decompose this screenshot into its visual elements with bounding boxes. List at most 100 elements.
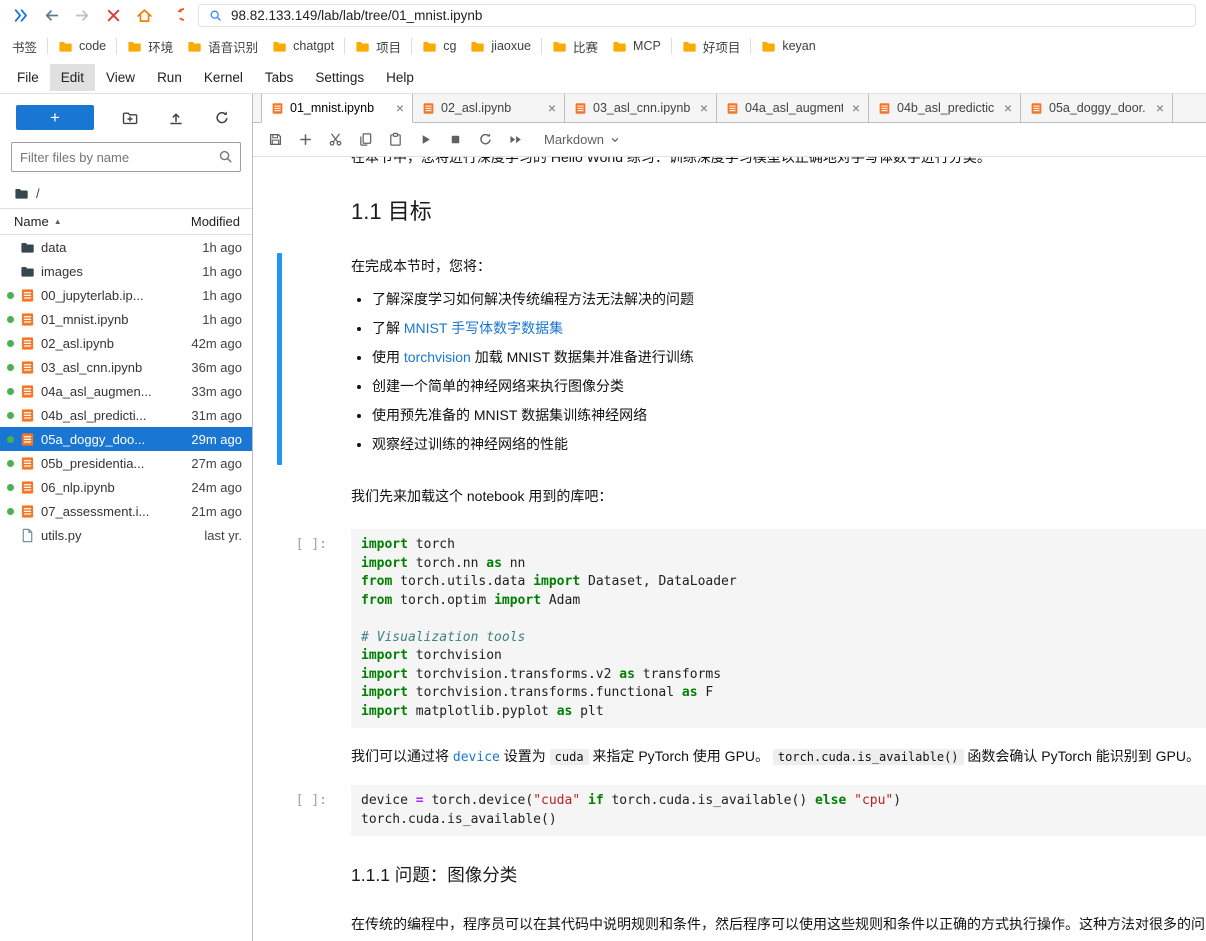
file-row[interactable]: 01_mnist.ipynb1h ago	[0, 307, 252, 331]
tab-close-button[interactable]: ×	[393, 101, 407, 115]
bookmark-label: 比赛	[573, 37, 598, 56]
bookmark-item[interactable]: code	[51, 36, 113, 57]
code-editor[interactable]: device = torch.device("cuda" if torch.cu…	[351, 785, 1206, 836]
text-run: 观察经过训练的神经网络的性能	[372, 436, 568, 452]
code-line: torch.cuda.is_available()	[361, 811, 1196, 830]
refresh-button[interactable]	[214, 110, 230, 126]
tab-03_asl_cnnipynb[interactable]: 03_asl_cnn.ipynb×	[565, 94, 717, 122]
bookmark-item[interactable]: 好项目	[675, 34, 748, 59]
run-button[interactable]	[412, 127, 439, 153]
tab-04a_asl_augment[interactable]: 04a_asl_augment ×	[717, 94, 869, 122]
file-row[interactable]: 06_nlp.ipynb24m ago	[0, 475, 252, 499]
address-bar[interactable]: 98.82.133.149/lab/lab/tree/01_mnist.ipyn…	[198, 4, 1196, 27]
file-row[interactable]: 05b_presidentia...27m ago	[0, 451, 252, 475]
menu-tabs[interactable]: Tabs	[254, 64, 305, 91]
bookmark-divider	[411, 38, 412, 54]
bookmark-item[interactable]: keyan	[754, 36, 822, 57]
notebook-document[interactable]: 在本节中，您将进行深度学习的 Hello World 练习：训练深度学习模型以正…	[253, 157, 1206, 941]
tab-close-button[interactable]: ×	[849, 101, 863, 115]
tab-close-button[interactable]: ×	[697, 101, 711, 115]
file-row[interactable]: images1h ago	[0, 259, 252, 283]
home-icon[interactable]	[136, 7, 153, 24]
add-icon	[298, 132, 313, 147]
column-header-name[interactable]: Name ▲	[14, 214, 62, 229]
markdown-link[interactable]: torchvision	[404, 349, 471, 365]
tab-01_mnistipynb[interactable]: 01_mnist.ipynb×	[261, 94, 413, 123]
undo-icon[interactable]	[167, 7, 184, 24]
tab-02_aslipynb[interactable]: 02_asl.ipynb×	[413, 94, 565, 122]
file-row[interactable]: 04b_asl_predicti...31m ago	[0, 403, 252, 427]
upload-button[interactable]	[168, 110, 184, 126]
bookmark-label: jiaoxue	[491, 39, 531, 53]
file-name: 06_nlp.ipynb	[41, 480, 185, 495]
file-row[interactable]: 00_jupyterlab.ip...1h ago	[0, 283, 252, 307]
file-row[interactable]: 03_asl_cnn.ipynb36m ago	[0, 355, 252, 379]
file-row[interactable]: 07_assessment.i...21m ago	[0, 499, 252, 523]
file-modified: 27m ago	[191, 456, 242, 471]
menu-run[interactable]: Run	[146, 64, 193, 91]
text-run: 了解	[372, 320, 404, 336]
menu-help[interactable]: Help	[375, 64, 425, 91]
open-indicator-dot	[7, 484, 14, 491]
breadcrumb[interactable]: /	[0, 176, 252, 208]
bookmark-item[interactable]: 环境	[120, 34, 180, 59]
menu-edit[interactable]: Edit	[50, 64, 95, 91]
markdown-link[interactable]: MNIST 手写体数字数据集	[404, 320, 563, 336]
tab-close-button[interactable]: ×	[545, 101, 559, 115]
tab-05a_doggy_door[interactable]: 05a_doggy_door.×	[1021, 94, 1173, 122]
add-button[interactable]	[292, 127, 319, 153]
file-row[interactable]: 04a_asl_augmen...33m ago	[0, 379, 252, 403]
back-icon[interactable]	[43, 7, 60, 24]
forward-icon[interactable]	[74, 7, 91, 24]
notebook-icon	[726, 102, 739, 115]
double-chevron-icon[interactable]	[12, 7, 29, 24]
stop-button[interactable]	[442, 127, 469, 153]
new-folder-button[interactable]	[122, 110, 138, 126]
file-row[interactable]: 05a_doggy_doo...29m ago	[0, 427, 252, 451]
paste-button[interactable]	[382, 127, 409, 153]
tab-04b_asl_predictic[interactable]: 04b_asl_predictic×	[869, 94, 1021, 122]
file-name: 05a_doggy_doo...	[41, 432, 185, 447]
file-modified: 42m ago	[191, 336, 242, 351]
close-icon[interactable]	[105, 7, 122, 24]
copy-button[interactable]	[352, 127, 379, 153]
column-header-modified[interactable]: Modified	[191, 214, 240, 229]
cell-type-dropdown[interactable]: Markdown	[544, 132, 621, 147]
bookmark-item[interactable]: cg	[415, 36, 463, 57]
bookmark-item[interactable]: jiaoxue	[463, 36, 538, 57]
code-cell-imports[interactable]: [ ]: import torchimport torch.nn as nnfr…	[253, 529, 1206, 728]
code-cell-device[interactable]: [ ]: device = torch.device("cuda" if tor…	[253, 785, 1206, 836]
file-row[interactable]: utils.pylast yr.	[0, 523, 252, 547]
menu-view[interactable]: View	[95, 64, 146, 91]
filter-files-input[interactable]	[11, 142, 241, 172]
bookmark-item[interactable]: MCP	[605, 36, 668, 57]
code-line: from torch.utils.data import Dataset, Da…	[361, 573, 1196, 592]
file-row[interactable]: 02_asl.ipynb42m ago	[0, 331, 252, 355]
cut-button[interactable]	[322, 127, 349, 153]
tab-close-button[interactable]: ×	[1001, 101, 1015, 115]
tab-close-button[interactable]: ×	[1153, 101, 1167, 115]
bookmark-item[interactable]: 比赛	[545, 34, 605, 59]
code-editor[interactable]: import torchimport torch.nn as nnfrom to…	[351, 529, 1206, 728]
notebook-icon	[20, 384, 35, 399]
file-modified: 21m ago	[191, 504, 242, 519]
tab-label: 04a_asl_augment	[745, 101, 843, 115]
bookmark-item[interactable]: chatgpt	[265, 36, 341, 57]
selected-markdown-cell[interactable]: 在完成本节时，您将： 了解深度学习如何解决传统编程方法无法解决的问题了解 MNI…	[253, 253, 1206, 465]
inline-code-link[interactable]: device	[453, 750, 500, 765]
bookmark-item[interactable]: 语音识别	[180, 34, 265, 59]
clipped-top-paragraph: 在本节中，您将进行深度学习的 Hello World 练习：训练深度学习模型以正…	[351, 157, 1206, 167]
menu-file[interactable]: File	[6, 64, 50, 91]
heading-problem: 1.1.1 问题：图像分类	[351, 862, 1206, 887]
save-button[interactable]	[262, 127, 289, 153]
fast-forward-button[interactable]	[502, 127, 529, 153]
file-row[interactable]: data1h ago	[0, 235, 252, 259]
menu-kernel[interactable]: Kernel	[193, 64, 254, 91]
menu-settings[interactable]: Settings	[304, 64, 375, 91]
new-launcher-button[interactable]: +	[16, 105, 94, 130]
folder-icon	[14, 186, 29, 201]
bookmark-item[interactable]: 项目	[348, 34, 408, 59]
bookmark-item[interactable]: 书签	[5, 34, 44, 59]
bookmark-divider	[671, 38, 672, 54]
restart-button[interactable]	[472, 127, 499, 153]
